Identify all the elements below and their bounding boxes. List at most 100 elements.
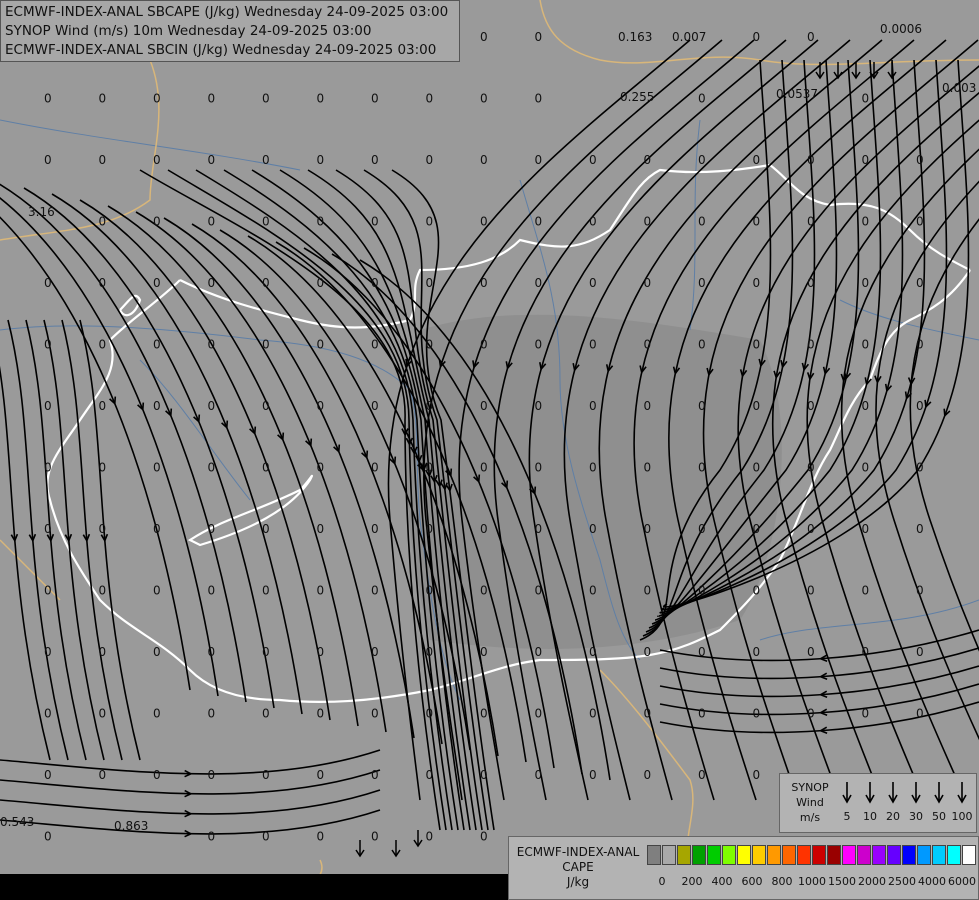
cape-value-label: 0 xyxy=(535,153,543,167)
cape-value-label: 0 xyxy=(807,645,815,659)
cape-value-label: 0 xyxy=(807,522,815,536)
legend-barb-speed: 10 xyxy=(863,810,877,823)
cape-swatch xyxy=(691,845,707,865)
cape-swatch xyxy=(961,845,977,865)
cape-value-label: 0 xyxy=(535,584,543,598)
cape-value-label: 0 xyxy=(862,338,870,352)
cape-value-label: 0 xyxy=(644,584,652,598)
cape-value-label: 0 xyxy=(480,645,488,659)
down-arrow-icon xyxy=(888,782,898,804)
cape-value-label: 0 xyxy=(644,153,652,167)
cape-value-label: 0 xyxy=(916,645,924,659)
cape-value-label: 0 xyxy=(208,830,216,844)
cape-value-label: 0 xyxy=(153,338,161,352)
cape-value-label: 0 xyxy=(371,276,379,290)
cape-value-label: 0 xyxy=(371,522,379,536)
cape-swatch xyxy=(901,845,917,865)
cape-value-label: 0 xyxy=(753,707,761,721)
map-canvas: 0 0 0 0 0 0 0 0 0 0 0 0 0 0 0 0 0 0 0 0 0 0 0 0 0 0 0 0 0 0 0 0 0 0 0 0 0 0 0 0… xyxy=(0,0,979,900)
cape-value-label: 0 xyxy=(371,461,379,475)
cape-tick: 4000 xyxy=(918,875,946,888)
cape-value-label: 0 xyxy=(426,276,434,290)
cape-value-label-special: 3.16 xyxy=(28,205,55,219)
cape-value-label: 0 xyxy=(44,830,52,844)
cape-value-label: 0 xyxy=(426,461,434,475)
cape-value-label: 0 xyxy=(262,461,270,475)
cape-value-label: 0 xyxy=(698,215,706,229)
cape-value-label: 0 xyxy=(644,645,652,659)
cape-value-label: 0 xyxy=(208,768,216,782)
cape-value-label: 0 xyxy=(698,707,706,721)
cape-value-label: 0 xyxy=(153,461,161,475)
cape-value-label: 0 xyxy=(535,30,543,44)
cape-value-label: 0 xyxy=(44,92,52,106)
cape-value-label: 0 xyxy=(317,153,325,167)
cape-value-label: 0 xyxy=(371,92,379,106)
cape-value-label: 0 xyxy=(753,30,761,44)
cape-value-label: 0 xyxy=(644,276,652,290)
cape-swatch xyxy=(841,845,857,865)
cape-value-label: 0 xyxy=(753,215,761,229)
cape-value-label: 0 xyxy=(698,768,706,782)
cape-value-label: 0 xyxy=(480,215,488,229)
cape-value-label: 0 xyxy=(44,522,52,536)
cape-value-label: 0 xyxy=(916,399,924,413)
cape-value-label-special: 0.007 xyxy=(672,30,706,44)
down-arrow-icon xyxy=(911,782,921,804)
cape-tick: 1500 xyxy=(828,875,856,888)
cape-value-label: 0 xyxy=(317,584,325,598)
cape-value-label: 0 xyxy=(153,584,161,598)
cape-value-label: 0 xyxy=(480,276,488,290)
cape-value-label: 0 xyxy=(535,461,543,475)
cape-value-label: 0 xyxy=(317,399,325,413)
cape-value-label: 0 xyxy=(262,584,270,598)
cape-value-label: 0 xyxy=(317,276,325,290)
cape-value-label: 0 xyxy=(208,338,216,352)
cape-value-label: 0 xyxy=(153,768,161,782)
cape-value-label: 0 xyxy=(916,584,924,598)
cape-value-label: 0 xyxy=(99,461,107,475)
cape-value-label: 0 xyxy=(153,707,161,721)
cape-value-label: 0 xyxy=(99,92,107,106)
cape-value-label: 0 xyxy=(753,399,761,413)
cape-swatch xyxy=(751,845,767,865)
title-sbcape: ECMWF-INDEX-ANAL SBCAPE (J/kg) Wednesday… xyxy=(5,4,449,20)
cape-value-label: 0 xyxy=(262,768,270,782)
cape-value-label: 0 xyxy=(426,215,434,229)
cape-value-label: 0 xyxy=(317,338,325,352)
cape-value-label: 0 xyxy=(644,461,652,475)
cape-tick-labels: 0 200 400 600 800 1000 1500 2000 2500 4000 6000 xyxy=(647,875,977,891)
cape-value-label: 0 xyxy=(262,522,270,536)
cape-value-label: 0 xyxy=(480,30,488,44)
cape-value-label: 0 xyxy=(208,215,216,229)
cape-value-label: 0 xyxy=(916,215,924,229)
cape-value-label: 0 xyxy=(153,276,161,290)
cape-value-label: 0 xyxy=(862,399,870,413)
cape-value-label: 0 xyxy=(262,153,270,167)
cape-value-label: 0 xyxy=(535,768,543,782)
cape-value-label: 0 xyxy=(208,399,216,413)
cape-tick: 2500 xyxy=(888,875,916,888)
cape-value-label: 0 xyxy=(44,707,52,721)
cape-value-label: 0 xyxy=(426,768,434,782)
cape-value-label: 0 xyxy=(371,215,379,229)
cape-swatch xyxy=(931,845,947,865)
cape-value-label: 0 xyxy=(480,92,488,106)
cape-value-label: 0 xyxy=(644,522,652,536)
bottom-black-strip xyxy=(0,874,510,900)
legend-barb: 20 xyxy=(882,780,904,823)
cape-value-label-special: 0.163 xyxy=(618,30,652,44)
cape-value-label: 0 xyxy=(371,645,379,659)
cape-value-label: 0 xyxy=(426,153,434,167)
cape-value-label: 0 xyxy=(208,92,216,106)
cape-color-swatches xyxy=(647,845,977,865)
cape-value-label: 0 xyxy=(753,461,761,475)
cape-value-label: 0 xyxy=(535,92,543,106)
cape-value-label: 0 xyxy=(371,584,379,598)
cape-value-label: 0 xyxy=(480,153,488,167)
cape-value-label: 0 xyxy=(644,768,652,782)
synop-legend-label: SYNOP Wind m/s xyxy=(791,781,829,824)
cape-value-label: 0 xyxy=(535,215,543,229)
cape-value-label: 0 xyxy=(807,584,815,598)
cape-swatch xyxy=(706,845,722,865)
